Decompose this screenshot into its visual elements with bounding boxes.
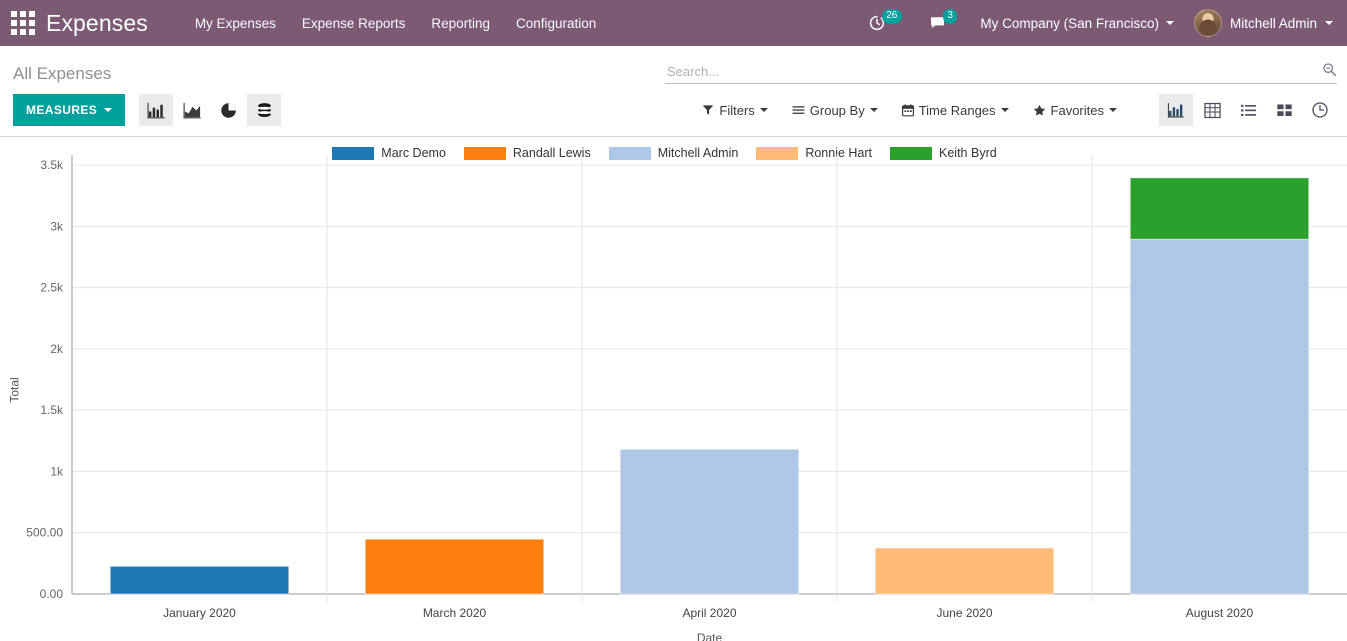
x-axis-tick-label: April 2020 (682, 606, 736, 620)
bar-segment[interactable] (1129, 238, 1310, 595)
bar-segment[interactable] (1129, 177, 1310, 240)
y-axis-tick-label: 3k (50, 219, 64, 233)
company-switcher[interactable]: My Company (San Francisco) (972, 10, 1184, 37)
control-panel-top-row: All Expenses (0, 46, 1347, 88)
view-switcher (1159, 94, 1337, 126)
y-axis-tick-label: 1.5k (40, 403, 64, 417)
bar-segment[interactable] (364, 538, 545, 595)
top-navbar: Expenses My Expenses Expense Reports Rep… (0, 0, 1347, 46)
x-axis-title: Date (697, 631, 723, 641)
app-brand-title[interactable]: Expenses (46, 10, 148, 37)
group-by-label: Group By (809, 102, 865, 118)
menu-item-my-expenses[interactable]: My Expenses (182, 10, 289, 37)
chart-type-pie-button[interactable] (211, 94, 245, 126)
menu-item-configuration[interactable]: Configuration (503, 10, 609, 37)
messages-count-badge: 3 (942, 8, 958, 24)
graph-view-container: Marc Demo Randall Lewis Mitchell Admin Ronn… (0, 137, 1347, 641)
kanban-squares-icon (1276, 103, 1292, 116)
y-axis-tick-label: 3.5k (40, 158, 64, 172)
user-name: Mitchell Admin (1229, 15, 1317, 31)
filters-label: Filters (719, 102, 755, 118)
bar-chart-icon (1167, 103, 1184, 118)
star-icon (1033, 104, 1045, 116)
activity-count-badge: 26 (881, 8, 902, 24)
favorites-dropdown[interactable]: Favorites (1021, 96, 1129, 125)
navbar-right-group: 26 3 My Company (San Francisco) Mitchell… (857, 0, 1337, 46)
bar-segment[interactable] (874, 547, 1055, 595)
chevron-down-icon (869, 108, 878, 112)
control-panel: All Expenses MEASURES (0, 46, 1347, 137)
search-options-group: Filters Group By Time Ranges Favorites (690, 94, 1337, 126)
menu-item-reporting[interactable]: Reporting (418, 10, 503, 37)
stacked-icon (257, 102, 271, 117)
view-activity-button[interactable] (1303, 94, 1337, 126)
menu-item-expense-reports[interactable]: Expense Reports (289, 10, 419, 37)
area-chart-icon (183, 102, 201, 118)
user-menu[interactable]: Mitchell Admin (1184, 9, 1337, 37)
chart-mode-stacked-button[interactable] (247, 94, 282, 126)
chevron-down-icon (1325, 21, 1333, 25)
x-axis-tick-label: March 2020 (423, 606, 487, 620)
calendar-icon (901, 103, 914, 116)
y-axis-tick-label: 2k (50, 342, 64, 356)
company-name: My Company (San Francisco) (980, 15, 1159, 31)
group-by-dropdown[interactable]: Group By (780, 96, 890, 125)
chevron-down-icon (1109, 108, 1117, 112)
chevron-down-icon (1000, 108, 1009, 112)
x-axis-tick-label: June 2020 (936, 606, 992, 620)
chart-type-line-button[interactable] (175, 94, 209, 126)
chevron-down-icon (104, 108, 113, 112)
filter-funnel-icon (703, 105, 714, 115)
search-icon[interactable] (1318, 62, 1337, 80)
bar-chart-plot[interactable]: 0.00 500.00 1k 1.5k 2k 2.5k 3k 3.5k January 2020… (0, 137, 1347, 641)
chevron-down-icon (759, 108, 768, 112)
measures-label: MEASURES (26, 103, 98, 117)
view-pivot-button[interactable] (1195, 94, 1229, 126)
view-kanban-button[interactable] (1267, 94, 1301, 126)
breadcrumb[interactable]: All Expenses (13, 64, 111, 84)
chart-type-bar-button[interactable] (139, 94, 174, 126)
clock-icon (1312, 102, 1328, 118)
table-grid-icon (1203, 102, 1221, 118)
measures-button[interactable]: MEASURES (13, 94, 126, 126)
activity-menu[interactable]: 26 (857, 0, 917, 46)
apps-grid-icon[interactable] (6, 6, 40, 40)
pie-chart-icon (220, 102, 236, 118)
list-icon (1240, 104, 1256, 116)
x-axis-tick-label: August 2020 (1186, 606, 1254, 620)
chevron-down-icon (1165, 21, 1174, 25)
view-graph-button[interactable] (1159, 94, 1193, 126)
search-view (665, 62, 1337, 84)
y-axis-tick-label: 1k (50, 464, 64, 478)
hamburger-lines-icon (792, 106, 805, 114)
bar-chart-icon (147, 102, 165, 118)
y-axis-tick-label: 0.00 (40, 587, 64, 601)
bar-segment[interactable] (619, 449, 800, 595)
main-menu: My Expenses Expense Reports Reporting Co… (182, 10, 609, 37)
time-ranges-dropdown[interactable]: Time Ranges (890, 96, 1021, 125)
time-ranges-label: Time Ranges (918, 102, 996, 118)
favorites-label: Favorites (1050, 102, 1104, 118)
control-panel-bottom-row: MEASURES Filters Group By Time Ranges Fa… (0, 88, 1347, 136)
messaging-menu[interactable]: 3 (917, 0, 973, 46)
x-axis-tick-label: January 2020 (163, 606, 236, 620)
search-input[interactable] (665, 62, 1318, 80)
bar-segment[interactable] (109, 565, 290, 595)
chart-type-group (139, 94, 282, 126)
y-axis-tick-label: 2.5k (40, 281, 64, 295)
filters-dropdown[interactable]: Filters (690, 96, 779, 125)
y-axis-tick-label: 500.00 (26, 526, 63, 540)
view-list-button[interactable] (1231, 94, 1265, 126)
avatar (1193, 9, 1222, 37)
